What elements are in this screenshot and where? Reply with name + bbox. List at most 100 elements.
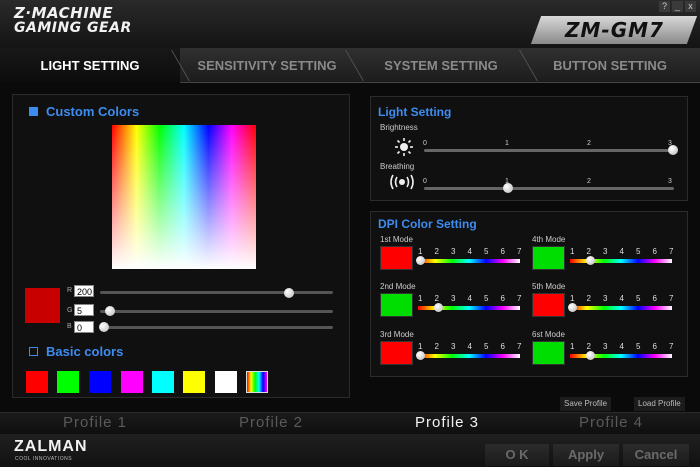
basic-color-white[interactable] <box>215 371 237 393</box>
dpi-spectrum-thumb[interactable] <box>434 303 443 312</box>
custom-colors-title: Custom Colors <box>46 104 140 119</box>
dpi-mode-label: 4th Mode <box>532 235 566 244</box>
dpi-level-number: 1 <box>418 294 423 303</box>
dpi-level-number: 2 <box>434 294 439 303</box>
breathing-slider-thumb[interactable] <box>503 183 513 193</box>
dpi-level-number: 6 <box>500 342 505 351</box>
color-picker-spectrum[interactable] <box>112 125 256 269</box>
apply-button[interactable]: Apply <box>553 444 619 466</box>
model-name: ZM-GM7 <box>564 18 664 42</box>
r-slider-track[interactable] <box>100 291 333 294</box>
basic-color-cyan[interactable] <box>152 371 174 393</box>
dpi-level-number: 7 <box>669 247 674 256</box>
dpi-spectrum-thumb[interactable] <box>568 303 577 312</box>
b-slider-track[interactable] <box>100 326 333 329</box>
save-profile-button[interactable]: Save Profile <box>560 397 612 411</box>
dpi-level-number: 7 <box>517 247 522 256</box>
dpi-mode-label: 5th Mode <box>532 282 566 291</box>
dpi-level-number: 7 <box>517 342 522 351</box>
brand-line1: Z·MACHINE <box>14 4 114 22</box>
dpi-level-number: 4 <box>619 342 624 351</box>
r-input[interactable]: 200 <box>74 285 94 297</box>
dpi-spectrum-thumb[interactable] <box>586 351 595 360</box>
b-slider-thumb[interactable] <box>99 322 109 332</box>
selected-color-preview <box>25 288 60 323</box>
dpi-level-number: 4 <box>619 247 624 256</box>
dpi-mode-color-swatch[interactable] <box>532 341 565 365</box>
dpi-level-number: 7 <box>517 294 522 303</box>
zalman-logo: ZALMAN <box>14 438 88 455</box>
basic-color-blue[interactable] <box>89 371 111 393</box>
dpi-spectrum-thumb[interactable] <box>416 256 425 265</box>
profile-2-button[interactable]: Profile 2 <box>196 413 346 433</box>
dpi-level-number: 3 <box>603 294 608 303</box>
load-profile-button[interactable]: Load Profile <box>634 397 685 411</box>
tab-light-setting[interactable]: LIGHT SETTING <box>0 48 180 83</box>
dpi-mode-label: 2nd Mode <box>380 282 416 291</box>
tab-sensitivity-setting[interactable]: SENSITIVITY SETTING <box>182 48 352 83</box>
dpi-level-number: 1 <box>418 247 423 256</box>
light-setting-title: Light Setting <box>378 105 452 119</box>
tab-button-setting[interactable]: BUTTON SETTING <box>530 48 690 83</box>
b-input[interactable]: 0 <box>74 321 94 333</box>
dpi-level-number: 4 <box>467 247 472 256</box>
help-button[interactable]: ? <box>659 1 670 12</box>
brightness-slider-track[interactable] <box>424 149 674 152</box>
minimize-button[interactable]: _ <box>672 1 683 12</box>
brightness-tick-2: 2 <box>587 140 591 147</box>
model-logo: ZM-GM7 <box>530 16 698 44</box>
brightness-tick-0: 0 <box>423 140 427 147</box>
tab-system-setting[interactable]: SYSTEM SETTING <box>356 48 526 83</box>
breathing-tick-0: 0 <box>423 178 427 185</box>
dpi-spectrum-thumb[interactable] <box>416 351 425 360</box>
r-slider-thumb[interactable] <box>284 288 294 298</box>
dpi-level-number: 6 <box>500 294 505 303</box>
profile-4-button[interactable]: Profile 4 <box>536 413 686 433</box>
basic-color-red[interactable] <box>26 371 48 393</box>
dpi-level-number: 3 <box>603 342 608 351</box>
profile-1-button[interactable]: Profile 1 <box>20 413 170 433</box>
dpi-mode-label: 1st Mode <box>380 235 413 244</box>
tab-bar: LIGHT SETTING SENSITIVITY SETTING SYSTEM… <box>0 48 700 83</box>
g-slider-track[interactable] <box>100 310 333 313</box>
brightness-slider-thumb[interactable] <box>668 145 678 155</box>
basic-color-yellow[interactable] <box>183 371 205 393</box>
close-button[interactable]: x <box>685 1 696 12</box>
dpi-level-number: 6 <box>652 342 657 351</box>
dpi-level-number: 1 <box>418 342 423 351</box>
dpi-level-number: 5 <box>636 294 641 303</box>
dpi-mode-label: 6st Mode <box>532 330 565 339</box>
breathing-label: Breathing <box>380 162 415 171</box>
basic-color-green[interactable] <box>57 371 79 393</box>
ok-button[interactable]: O K <box>485 444 549 466</box>
profile-3-button[interactable]: Profile 3 <box>372 413 522 433</box>
dpi-level-number: 4 <box>467 294 472 303</box>
dpi-level-number: 3 <box>451 294 456 303</box>
cancel-button[interactable]: Cancel <box>623 444 689 466</box>
dpi-color-spectrum-slider[interactable] <box>418 354 520 358</box>
dpi-mode-color-swatch[interactable] <box>532 293 565 317</box>
dpi-level-number: 1 <box>570 247 575 256</box>
g-slider-thumb[interactable] <box>105 306 115 316</box>
section-marker-icon <box>29 107 38 116</box>
dpi-mode-color-swatch[interactable] <box>532 246 565 270</box>
basic-color-rainbow[interactable] <box>246 371 268 393</box>
dpi-color-spectrum-slider[interactable] <box>570 306 672 310</box>
dpi-level-number: 7 <box>669 294 674 303</box>
dpi-level-number: 4 <box>619 294 624 303</box>
breathing-slider-track[interactable] <box>424 187 674 190</box>
dpi-level-number: 5 <box>636 342 641 351</box>
dpi-color-spectrum-slider[interactable] <box>418 259 520 263</box>
section-marker-hollow-icon <box>29 347 38 356</box>
dpi-spectrum-thumb[interactable] <box>586 256 595 265</box>
dpi-color-title: DPI Color Setting <box>378 217 477 231</box>
dpi-mode-color-swatch[interactable] <box>380 341 413 365</box>
g-input[interactable]: 5 <box>74 304 94 316</box>
dpi-mode-color-swatch[interactable] <box>380 246 413 270</box>
dpi-mode-label: 3rd Mode <box>380 330 414 339</box>
dpi-mode-color-swatch[interactable] <box>380 293 413 317</box>
dpi-level-number: 2 <box>586 342 591 351</box>
basic-color-magenta[interactable] <box>121 371 143 393</box>
breathing-tick-3: 3 <box>668 178 672 185</box>
brand-line2: GAMING GEAR <box>14 20 132 36</box>
